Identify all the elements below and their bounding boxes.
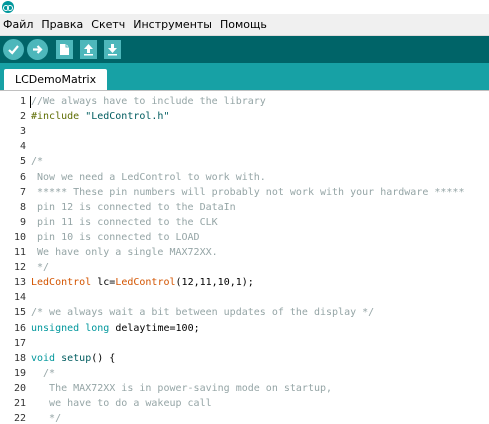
line-number: 6 — [19, 171, 26, 183]
line-number: 1 — [19, 96, 26, 107]
line-number: 20 — [13, 382, 26, 394]
code-token: () { — [91, 352, 116, 364]
code-token: /* — [31, 156, 44, 168]
code-token: /* — [31, 367, 56, 379]
code-token: pin 12 is connected to the DataIn — [31, 201, 236, 213]
code-line: Now we need a LedControl to work with. — [31, 172, 266, 183]
open-arrow-up-icon — [84, 44, 93, 56]
line-number: 9 — [19, 216, 26, 228]
save-button[interactable] — [104, 40, 121, 59]
code-line: We have only a single MAX72XX. — [31, 247, 218, 258]
line-number: 2 — [19, 111, 26, 123]
new-file-icon — [60, 44, 69, 55]
code-token: pin 10 is connected to LOAD — [31, 231, 200, 243]
arduino-logo-icon — [2, 1, 14, 13]
code-token: lc= — [91, 277, 116, 289]
line-number: 3 — [19, 126, 26, 138]
save-arrow-down-icon — [108, 44, 117, 56]
line-number: 18 — [13, 352, 26, 364]
code-token: */ — [31, 262, 50, 274]
upload-arrow-icon — [33, 45, 43, 54]
code-token: LedControl — [31, 277, 92, 289]
code-line: */ — [31, 413, 61, 424]
menu-edit[interactable]: Правка — [37, 14, 87, 35]
code-line: */ — [31, 262, 49, 273]
line-number: 22 — [13, 413, 26, 424]
new-button[interactable] — [56, 40, 73, 59]
code-token: setup — [61, 352, 92, 364]
code-line: void setup() { — [31, 353, 115, 364]
line-number: 17 — [13, 337, 26, 349]
code-line: unsigned long delaytime=100; — [31, 323, 200, 334]
code-line: /* — [31, 156, 43, 167]
line-number: 14 — [13, 292, 26, 304]
title-bar — [0, 0, 489, 14]
line-number: 15 — [13, 307, 26, 319]
code-token: ***** These pin numbers will probably no… — [31, 186, 465, 198]
line-number: 8 — [19, 201, 26, 213]
code-line: #include "LedControl.h" — [31, 111, 169, 122]
menu-file[interactable]: Файл — [0, 14, 37, 35]
code-token: /* we always wait a bit between updates … — [31, 307, 375, 319]
menu-bar: Файл Правка Скетч Инструменты Помощь — [0, 14, 489, 36]
line-number: 16 — [13, 322, 26, 334]
verify-button[interactable] — [3, 39, 24, 60]
code-token: The MAX72XX is in power-saving mode on s… — [31, 382, 333, 394]
code-token: We have only a single MAX72XX. — [31, 247, 218, 258]
code-token: */ — [31, 413, 62, 424]
line-number: 5 — [19, 156, 26, 168]
verify-check-icon — [8, 45, 19, 55]
code-line: pin 12 is connected to the DataIn — [31, 202, 236, 213]
line-number-gutter: 1 2 3 4 5 6 7 8 9 10 11 12 13 14 15 16 17 18 19 20 21 22 — [0, 91, 26, 424]
menu-help[interactable]: Помощь — [216, 14, 271, 35]
code-editor[interactable]: 1 2 3 4 5 6 7 8 9 10 11 12 13 14 15 16 17 18 19 20 21 22 //We… — [0, 90, 489, 424]
code-token: #include — [31, 111, 86, 123]
code-line: pin 10 is connected to LOAD — [31, 232, 200, 243]
upload-button[interactable] — [27, 39, 48, 60]
code-line: /* we always wait a bit between updates … — [31, 307, 374, 318]
code-token: long — [85, 322, 110, 334]
tab-strip: LCDemoMatrix — [0, 63, 489, 90]
code-token: //We always have to include the library — [31, 96, 266, 107]
code-token: unsigned — [31, 322, 80, 334]
menu-sketch[interactable]: Скетч — [87, 14, 129, 35]
code-line: The MAX72XX is in power-saving mode on s… — [31, 383, 332, 394]
code-token: pin 11 is connected to the CLK — [31, 216, 218, 228]
toolbar — [0, 36, 489, 63]
code-line: LedControl lc=LedControl(12,11,10,1); — [31, 277, 254, 288]
code-line: ***** These pin numbers will probably no… — [31, 187, 464, 198]
code-line: /* — [31, 368, 55, 379]
code-line: pin 11 is connected to the CLK — [31, 217, 218, 228]
line-number: 19 — [13, 367, 26, 379]
line-number: 12 — [13, 262, 26, 274]
code-token: (12,11,10,1); — [175, 277, 254, 289]
line-number: 10 — [13, 231, 26, 243]
code-token: Now we need a LedControl to work with. — [31, 171, 266, 183]
menu-tools[interactable]: Инструменты — [129, 14, 216, 35]
line-number: 13 — [13, 277, 26, 289]
code-token: "LedControl.h" — [85, 111, 170, 123]
code-token: void — [31, 352, 56, 364]
line-number: 7 — [19, 186, 26, 198]
open-button[interactable] — [80, 40, 97, 59]
line-number: 11 — [13, 247, 26, 258]
line-number: 4 — [19, 141, 26, 153]
code-line: //We always have to include the library — [31, 96, 266, 107]
code-token: LedControl — [115, 277, 176, 289]
code-token: delaytime=100; — [109, 322, 200, 334]
text-caret — [30, 96, 31, 108]
tab-lcdemomatrix[interactable]: LCDemoMatrix — [4, 69, 108, 90]
